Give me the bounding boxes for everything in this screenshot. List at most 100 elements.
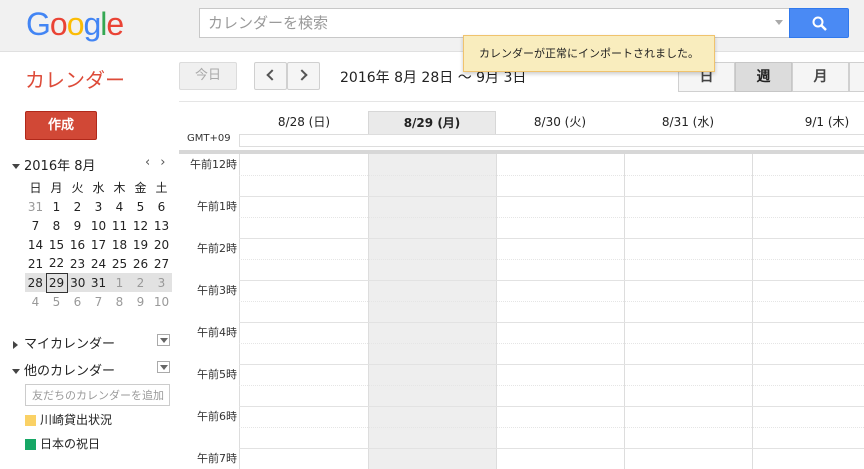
mini-calendar-day[interactable]: 10 — [151, 292, 172, 311]
app-title[interactable]: カレンダー — [25, 64, 125, 93]
mini-calendar-day[interactable]: 8 — [46, 216, 67, 235]
mini-calendar-day[interactable]: 18 — [109, 235, 130, 254]
logo-letter: o — [49, 6, 68, 42]
mini-prev-month-button[interactable]: ‹ — [145, 155, 150, 170]
today-button[interactable]: 今日 — [179, 62, 237, 90]
logo-letter: g — [83, 6, 101, 42]
mini-calendar-day[interactable]: 10 — [88, 216, 109, 235]
my-calendars-dropdown-icon[interactable] — [157, 334, 170, 346]
hour-gridline — [239, 448, 864, 449]
mini-calendar-day[interactable]: 6 — [151, 197, 172, 216]
mini-calendar-day[interactable]: 30 — [67, 273, 88, 292]
mini-calendar-day[interactable]: 27 — [151, 254, 172, 273]
mini-calendar-day[interactable]: 2 — [130, 273, 151, 292]
mini-calendar-day[interactable]: 9 — [67, 216, 88, 235]
top-bar: Google — [0, 0, 864, 52]
mini-calendar-day[interactable]: 21 — [25, 254, 46, 273]
search-input[interactable] — [200, 9, 760, 37]
collapse-triangle-icon — [12, 369, 20, 374]
mini-calendar-day[interactable]: 11 — [109, 216, 130, 235]
day-column-divider — [624, 154, 625, 469]
mini-calendar-day[interactable]: 7 — [25, 216, 46, 235]
mini-calendar-day[interactable]: 1 — [109, 273, 130, 292]
mini-calendar-day[interactable]: 15 — [46, 235, 67, 254]
mini-calendar-day[interactable]: 1 — [46, 197, 67, 216]
prev-week-button[interactable] — [254, 62, 287, 90]
other-calendars-dropdown-icon[interactable] — [157, 361, 170, 373]
calendar-list-item[interactable]: 日本の祝日 — [25, 435, 100, 452]
hour-gridline — [239, 322, 864, 323]
mini-calendar-day[interactable]: 26 — [130, 254, 151, 273]
search-options-caret-icon[interactable] — [775, 20, 783, 25]
mini-calendar-day[interactable]: 3 — [151, 273, 172, 292]
mini-calendar-day[interactable]: 16 — [67, 235, 88, 254]
day-column-divider — [368, 154, 369, 469]
all-day-row[interactable] — [239, 134, 864, 147]
mini-calendar-day[interactable]: 9 — [130, 292, 151, 311]
weekday-label: 火 — [71, 181, 84, 195]
next-week-button[interactable] — [287, 62, 320, 90]
mini-calendar-day[interactable]: 13 — [151, 216, 172, 235]
search-button[interactable] — [789, 8, 849, 38]
mini-calendar-day[interactable]: 5 — [130, 197, 151, 216]
mini-calendar-day[interactable]: 12 — [130, 216, 151, 235]
half-hour-gridline — [239, 259, 864, 260]
calendar-color-swatch[interactable] — [25, 415, 36, 426]
timezone-label: GMT+09 — [187, 133, 231, 144]
half-hour-gridline — [239, 385, 864, 386]
hour-gridline — [239, 238, 864, 239]
calendar-color-swatch[interactable] — [25, 439, 36, 450]
calendar-name: 日本の祝日 — [40, 437, 101, 451]
collapse-triangle-icon — [12, 164, 20, 169]
chevron-left-icon — [266, 69, 278, 81]
day-header[interactable]: 8/31 (水) — [624, 111, 752, 134]
mini-calendar-day[interactable]: 3 — [88, 197, 109, 216]
day-header[interactable]: 8/28 (日) — [240, 111, 368, 134]
other-calendars-header[interactable]: 他のカレンダー — [12, 360, 115, 379]
mini-calendar-day[interactable]: 23 — [67, 254, 88, 273]
mini-calendar-day[interactable]: 28 — [25, 273, 46, 292]
logo-letter: o — [66, 6, 85, 42]
mini-calendar-day[interactable]: 14 — [25, 235, 46, 254]
view-more-button[interactable] — [849, 62, 864, 92]
mini-calendar-day[interactable]: 2 — [67, 197, 88, 216]
weekday-label: 土 — [155, 181, 168, 195]
mini-calendar-day[interactable]: 4 — [109, 197, 130, 216]
add-friend-calendar-input[interactable] — [25, 384, 170, 406]
create-event-button[interactable]: 作成 — [25, 111, 97, 140]
calendar-list-item[interactable]: 川崎貸出状況 — [25, 411, 112, 428]
mini-calendar-day[interactable]: 17 — [88, 235, 109, 254]
mini-calendar: 日月火水木金土 31 1 2 3 4 5 6 7 8 9 10 11 12 13 14 15 16 17 18 19 20… — [25, 178, 173, 311]
my-calendars-label: マイカレンダー — [24, 337, 116, 352]
mini-calendar-day[interactable]: 25 — [109, 254, 130, 273]
mini-calendar-day[interactable]: 29 — [45, 272, 68, 293]
weekday-label: 日 — [29, 181, 42, 195]
hour-label: 午前1時 — [197, 200, 237, 213]
view-week-button[interactable]: 週 — [735, 62, 792, 92]
mini-calendar-day[interactable]: 20 — [151, 235, 172, 254]
mini-calendar-day[interactable]: 5 — [46, 292, 67, 311]
my-calendars-header[interactable]: マイカレンダー — [12, 333, 115, 352]
mini-calendar-day[interactable]: 7 — [88, 292, 109, 311]
mini-calendar-day[interactable]: 24 — [88, 254, 109, 273]
google-logo[interactable]: Google — [26, 6, 124, 43]
mini-calendar-day[interactable]: 19 — [130, 235, 151, 254]
mini-calendar-day[interactable]: 4 — [25, 292, 46, 311]
day-header[interactable]: 8/30 (火) — [496, 111, 624, 134]
day-header[interactable]: 9/1 (木) — [752, 111, 864, 134]
hour-label: 午前12時 — [190, 158, 237, 171]
day-header-selected[interactable]: 8/29 (月) — [368, 111, 496, 134]
other-calendars-label: 他のカレンダー — [24, 364, 116, 379]
mini-calendar-day[interactable]: 31 — [25, 197, 46, 216]
selected-day-column[interactable] — [368, 154, 496, 469]
mini-calendar-title: 2016年 8月 — [24, 159, 96, 174]
half-hour-gridline — [239, 175, 864, 176]
weekday-label: 月 — [50, 181, 63, 195]
mini-next-month-button[interactable]: › — [160, 155, 165, 170]
mini-calendar-day[interactable]: 6 — [67, 292, 88, 311]
hours-area[interactable]: 午前12時 午前1時 午前2時 午前3時 午前4時 午前5時 午前6時 午前7時 — [179, 150, 864, 469]
view-month-button[interactable]: 月 — [792, 62, 849, 92]
mini-calendar-day[interactable]: 31 — [88, 273, 109, 292]
mini-calendar-day[interactable]: 8 — [109, 292, 130, 311]
mini-calendar-day[interactable]: 22 — [46, 254, 67, 273]
